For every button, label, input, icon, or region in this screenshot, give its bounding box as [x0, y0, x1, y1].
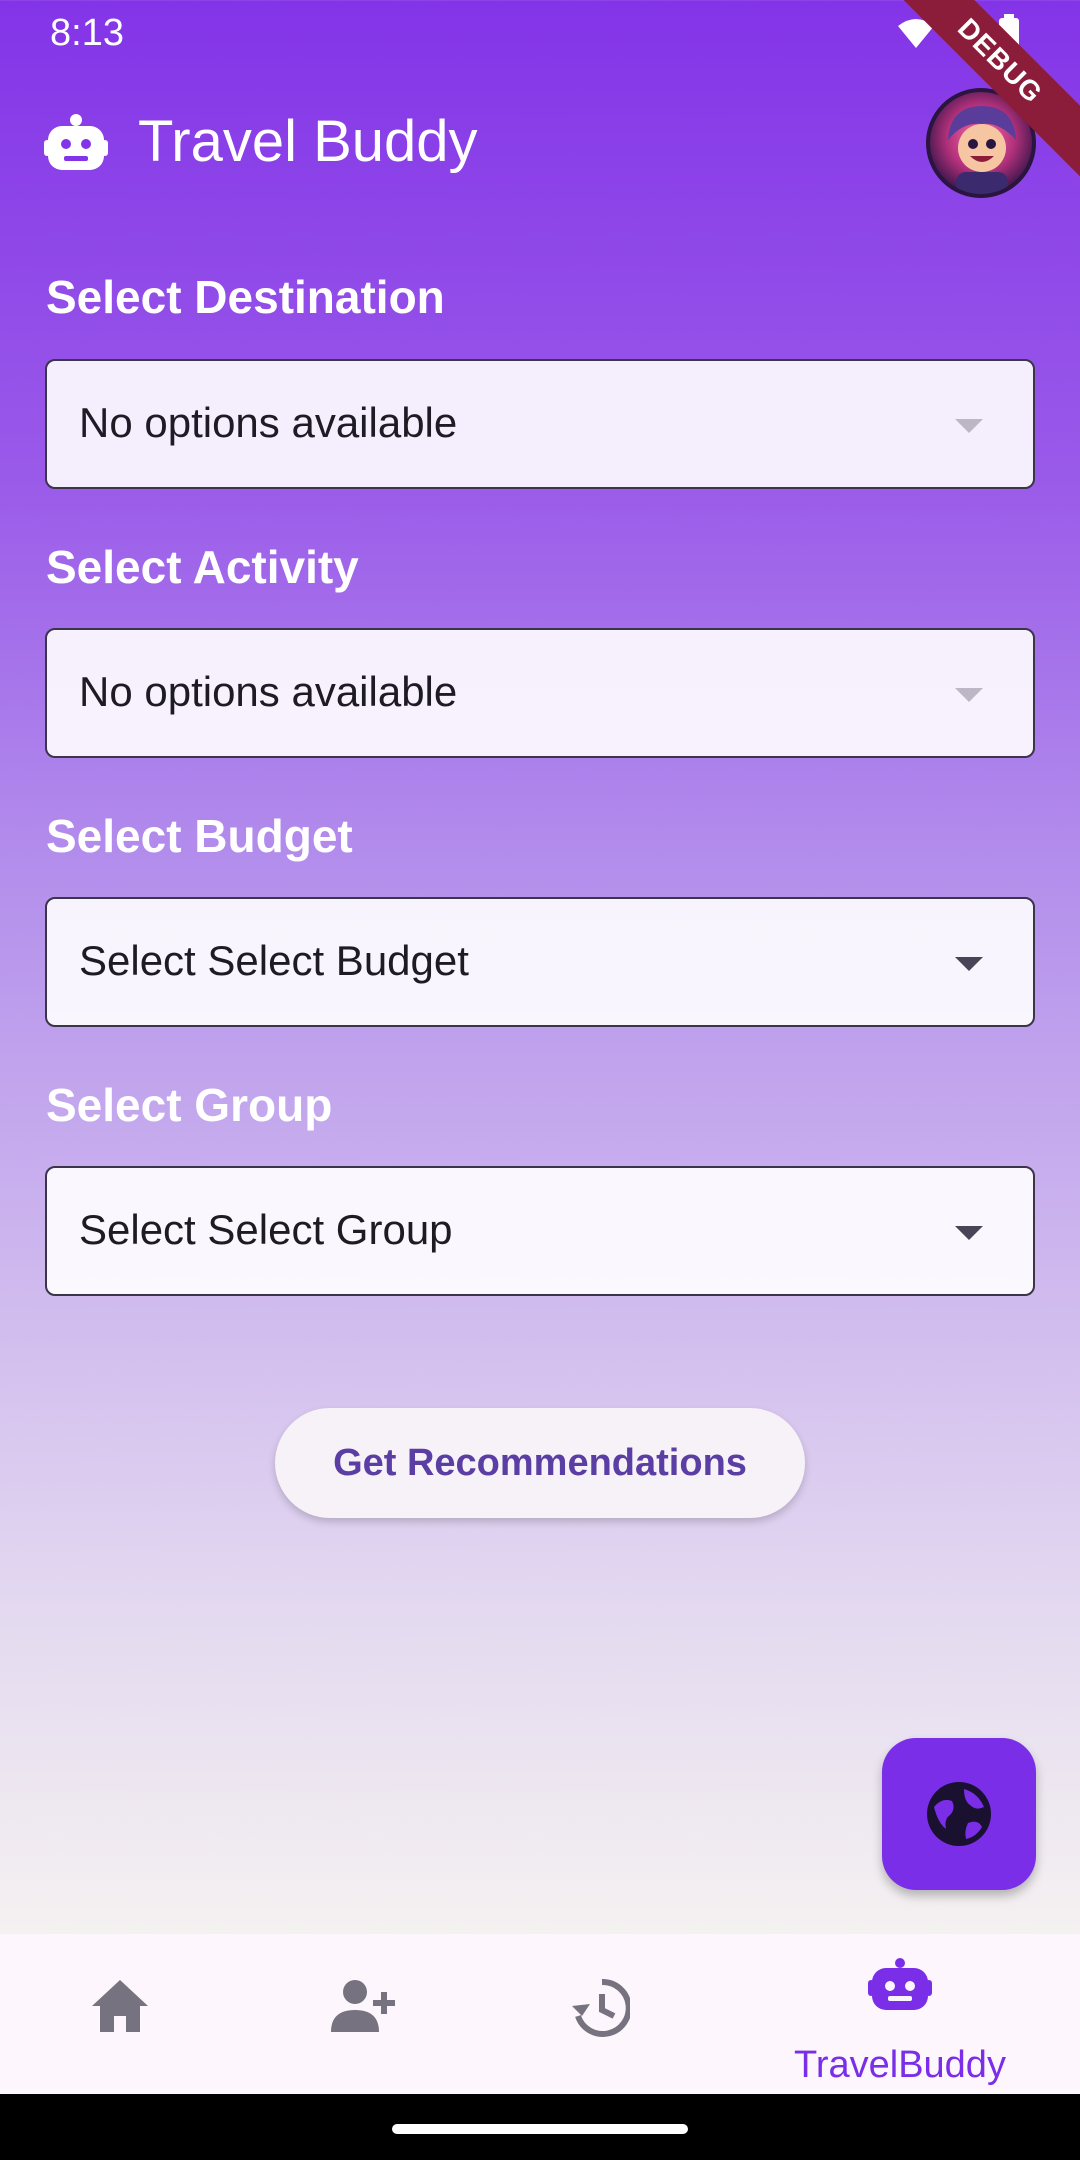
home-icon	[92, 1980, 148, 2032]
robot-icon	[868, 1958, 932, 2010]
budget-value: Select Select Budget	[79, 937, 469, 984]
chevron-down-icon	[955, 1226, 983, 1240]
globe-fab[interactable]	[882, 1738, 1036, 1890]
destination-value: No options available	[79, 399, 458, 446]
chevron-down-icon	[955, 419, 983, 433]
robot-icon	[44, 114, 108, 170]
destination-dropdown[interactable]: No options available	[45, 359, 1035, 489]
nav-item-travelbuddy[interactable]: TravelBuddy	[794, 1934, 1006, 2094]
nav-label-travelbuddy: TravelBuddy	[794, 2044, 1006, 2086]
budget-label: Select Budget	[46, 810, 353, 862]
bottom-nav: TravelBuddy	[0, 1934, 1080, 2094]
group-dropdown[interactable]: Select Select Group	[45, 1166, 1035, 1296]
gesture-handle[interactable]	[392, 2124, 688, 2134]
nav-item-history[interactable]	[500, 1934, 700, 2094]
group-value: Select Select Group	[79, 1206, 453, 1253]
history-icon	[572, 1978, 630, 2037]
system-nav-bar	[0, 2094, 1080, 2160]
activity-value: No options available	[79, 668, 458, 715]
globe-icon	[927, 1782, 991, 1846]
get-recommendations-button[interactable]: Get Recommendations	[275, 1408, 805, 1518]
person-add-icon	[331, 1980, 395, 2032]
chevron-down-icon	[955, 688, 983, 702]
nav-item-home[interactable]	[20, 1934, 220, 2094]
app-title: Travel Buddy	[138, 109, 478, 174]
nav-item-add-person[interactable]	[260, 1934, 460, 2094]
group-label: Select Group	[46, 1079, 333, 1131]
status-time: 8:13	[50, 12, 124, 54]
activity-label: Select Activity	[46, 541, 359, 593]
budget-dropdown[interactable]: Select Select Budget	[45, 897, 1035, 1027]
app-bar: Travel Buddy	[0, 80, 1080, 200]
chevron-down-icon	[955, 957, 983, 971]
destination-label: Select Destination	[46, 271, 445, 323]
activity-dropdown[interactable]: No options available	[45, 628, 1035, 758]
